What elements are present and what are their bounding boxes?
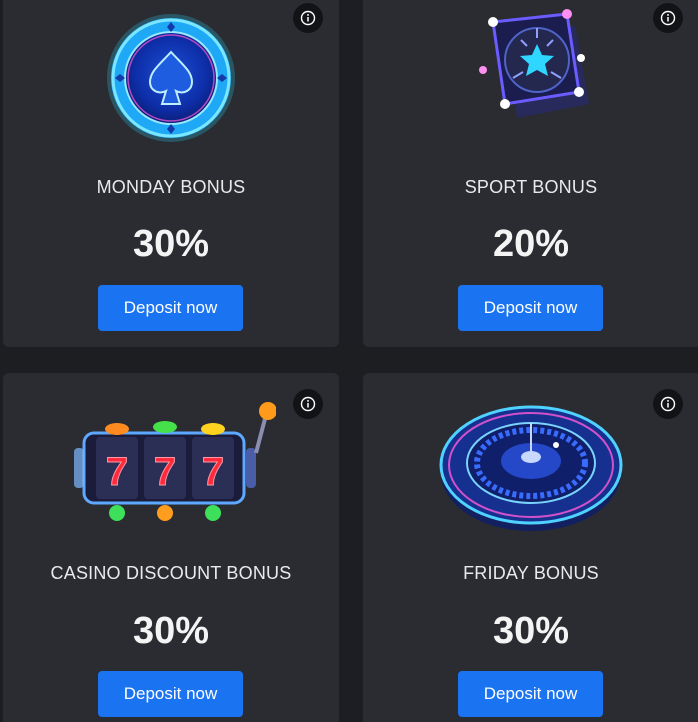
bonus-title: SPORT BONUS	[464, 177, 598, 197]
soccer-ball-cube-icon	[479, 9, 589, 118]
bonus-card-sport: SPORT BONUS 20% Deposit now	[363, 0, 698, 347]
bonus-percent: 30%	[132, 223, 210, 265]
bonus-title: MONDAY BONUS	[96, 177, 246, 197]
svg-text:7: 7	[202, 450, 224, 494]
bonus-percent: 20%	[492, 223, 570, 265]
bonus-card-friday: FRIDAY BONUS 30% Deposit now	[363, 373, 698, 722]
deposit-now-button[interactable]: Deposit now	[98, 285, 243, 331]
deposit-now-button[interactable]: Deposit now	[98, 671, 243, 717]
bonus-title: CASINO DISCOUNT BONUS	[50, 563, 292, 583]
svg-text:7: 7	[106, 450, 128, 494]
roulette-wheel-icon	[439, 405, 623, 531]
deposit-now-button[interactable]: Deposit now	[458, 285, 603, 331]
bonus-title: FRIDAY BONUS	[463, 563, 599, 583]
bonus-card-monday: MONDAY BONUS 30% Deposit now	[3, 0, 339, 347]
deposit-now-button[interactable]: Deposit now	[458, 671, 603, 717]
slot-machine-icon: 7 7 7	[74, 402, 276, 521]
poker-chip-icon	[107, 14, 235, 142]
bonus-grid: MONDAY BONUS 30% Deposit now SPORT BONUS…	[0, 0, 698, 722]
bonus-percent: 30%	[492, 610, 570, 652]
bonus-percent: 30%	[132, 610, 210, 652]
svg-text:7: 7	[154, 450, 176, 494]
bonus-card-casino-discount: 7 7 7 CASINO DISCOUNT BONUS 30% Deposit …	[3, 373, 339, 722]
